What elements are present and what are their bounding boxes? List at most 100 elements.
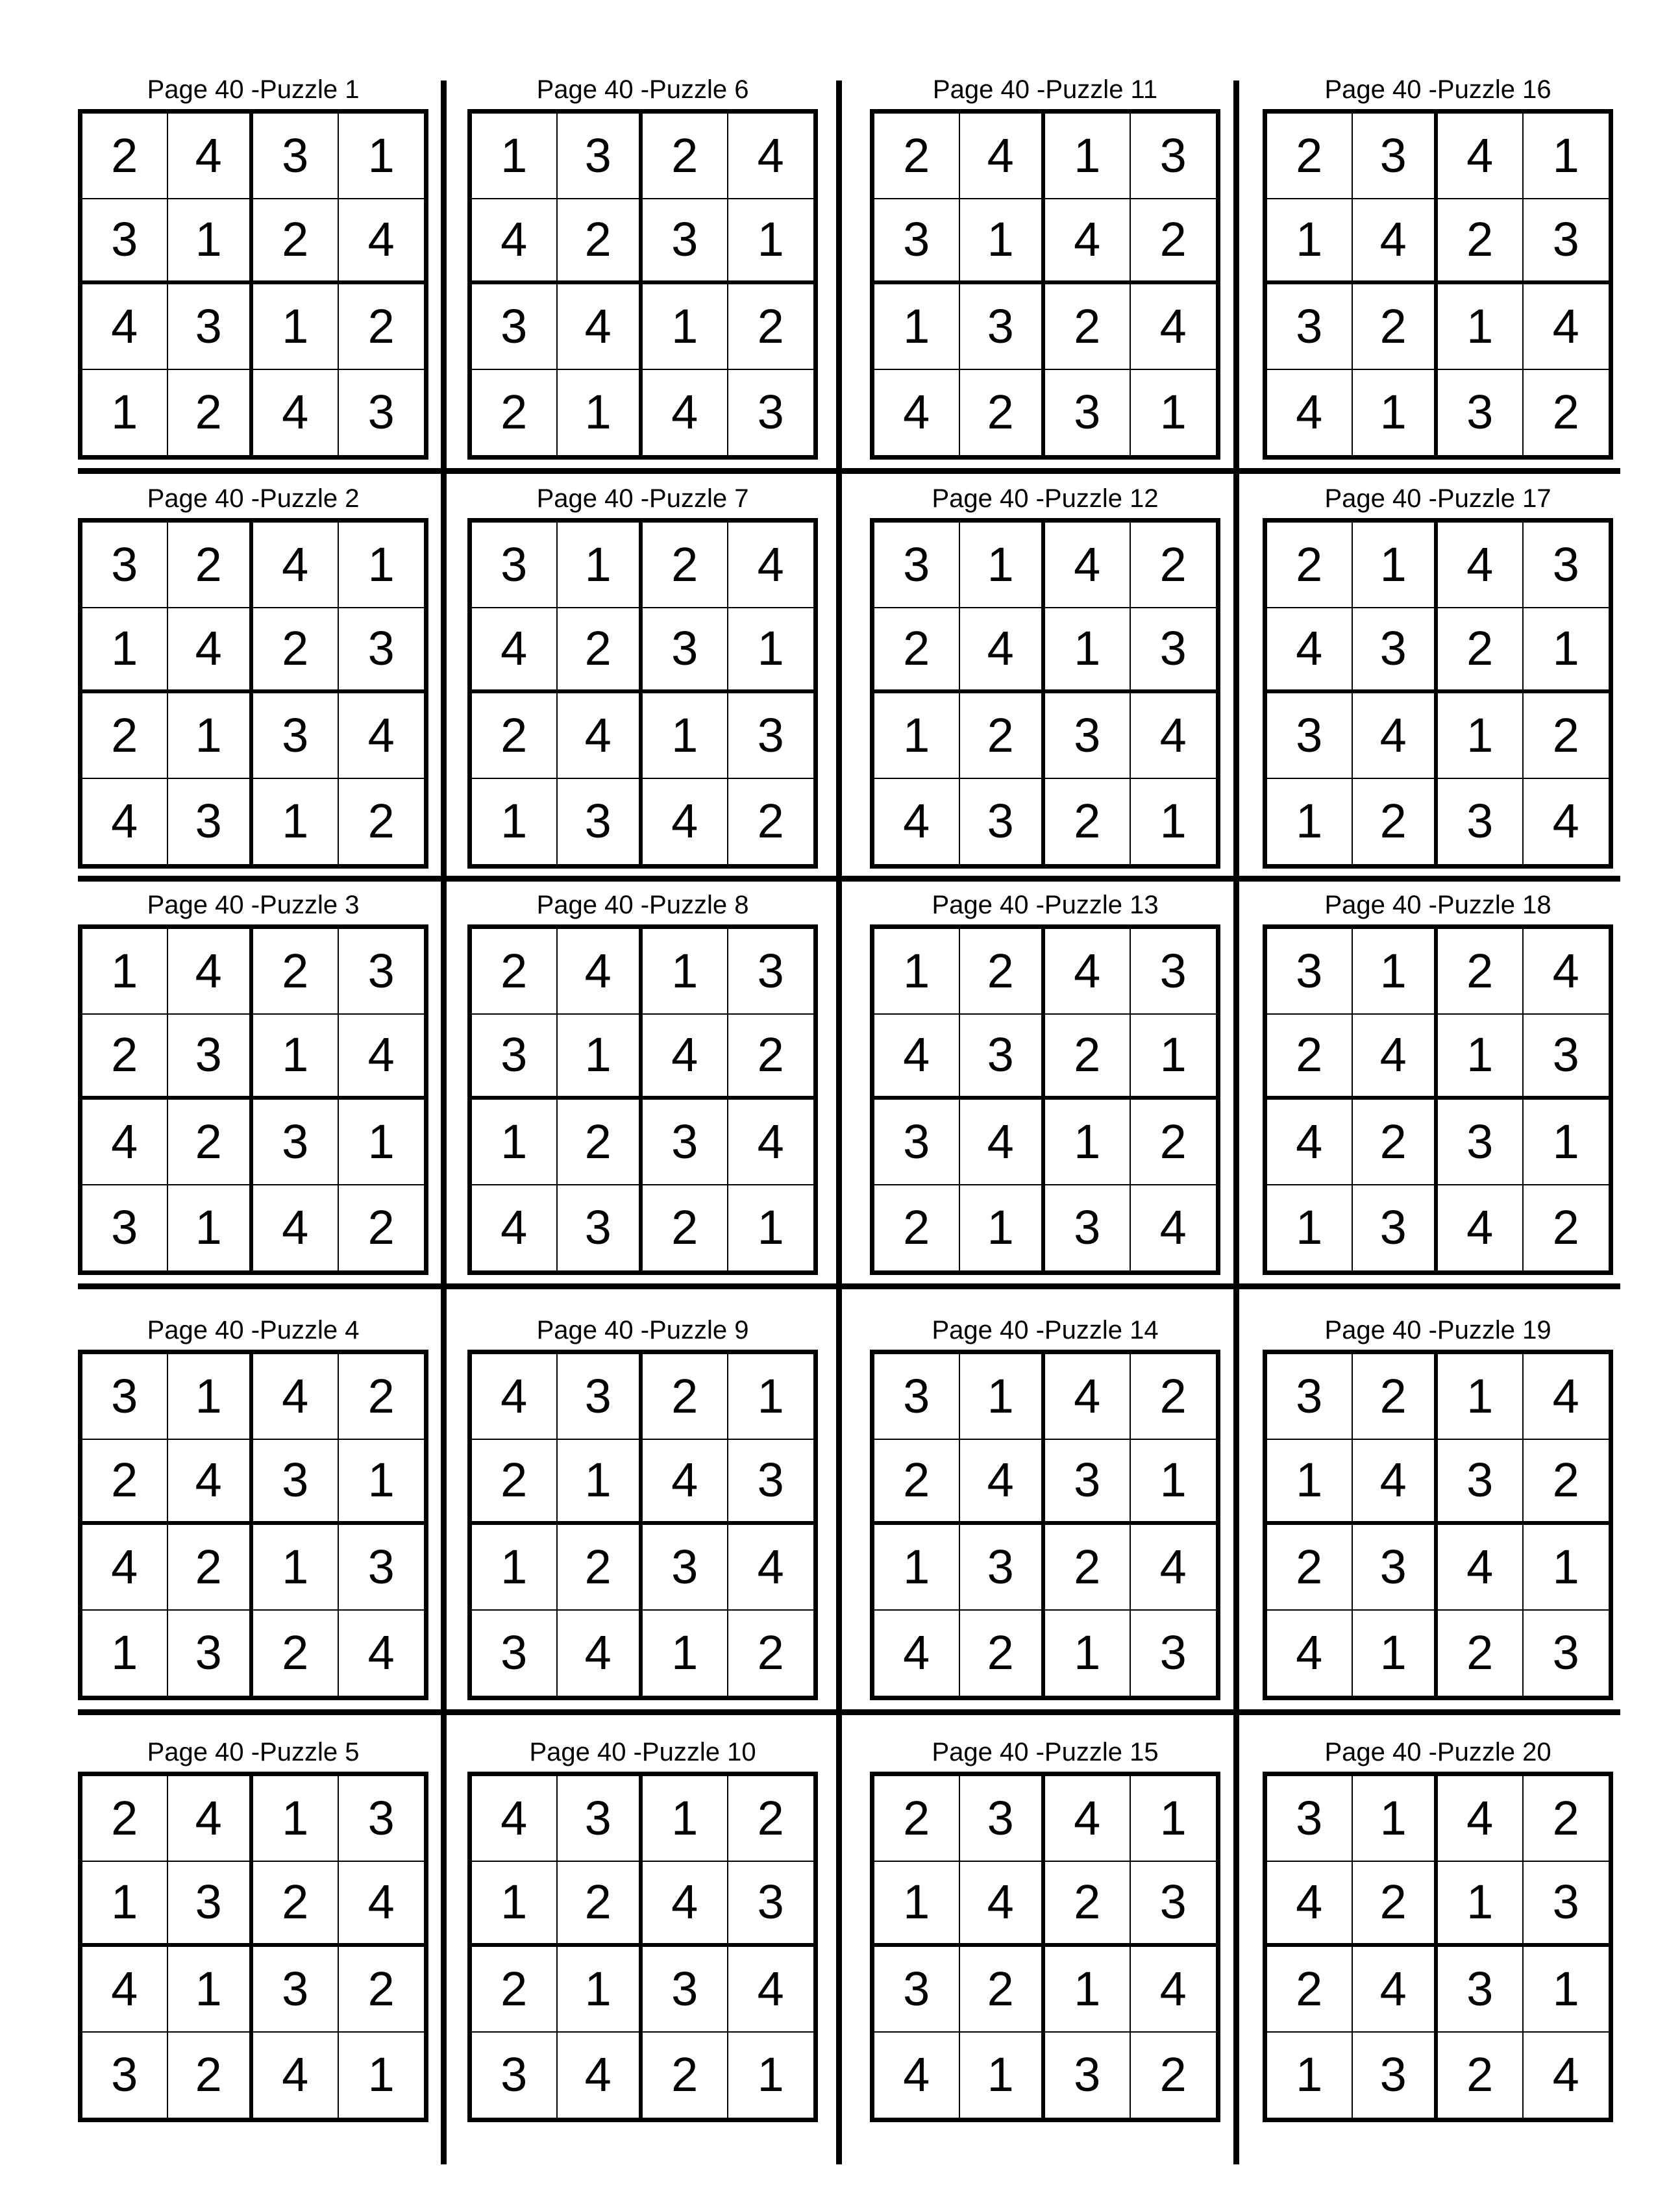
grid-cell: 2	[168, 2032, 253, 2118]
grid-cell: 3	[472, 1610, 558, 1696]
grid-cell: 3	[1352, 608, 1438, 693]
puzzle-grid: 3124241342311342	[1263, 924, 1613, 1275]
grid-cell: 1	[1045, 1610, 1131, 1696]
grid-cell: 4	[82, 1100, 168, 1185]
grid-cell: 4	[728, 1947, 813, 2033]
grid-cell: 1	[1438, 1014, 1524, 1100]
grid-cell: 1	[960, 2032, 1045, 2118]
grid-cell: 2	[472, 369, 558, 455]
grid-cell: 2	[959, 1947, 1045, 2033]
grid-cell: 4	[253, 369, 339, 455]
grid-cell: 4	[338, 1862, 424, 1947]
grid-cell: 2	[959, 929, 1045, 1015]
grid-cell: 2	[1552, 1200, 1579, 1255]
grid-cell: 4	[1267, 1861, 1353, 1947]
grid-cell: 2	[253, 929, 339, 1015]
grid-cell: 3	[472, 284, 558, 370]
grid-cell: 4	[1438, 1776, 1524, 1862]
grid-cell: 3	[557, 1776, 643, 1862]
puzzle-title: Page 40 -Puzzle 9	[536, 1316, 749, 1344]
grid-cell: 4	[1045, 1354, 1131, 1440]
grid-cell: 1	[1353, 369, 1438, 455]
grid-cell: 2	[960, 1610, 1045, 1696]
grid-cell: 2	[1438, 1610, 1524, 1696]
grid-cell: 4	[874, 778, 960, 864]
grid-cell: 3	[472, 523, 558, 608]
grid-cell: 4	[1352, 1439, 1438, 1525]
grid-cell: 3	[338, 929, 424, 1015]
grid-cell: 4	[167, 1439, 253, 1525]
grid-cell: 2	[253, 199, 339, 284]
grid-cell: 3	[1267, 1776, 1353, 1862]
puzzle-grid: 2341142332144132	[870, 1772, 1220, 2122]
grid-cell: 3	[1552, 1626, 1579, 1680]
grid-cell: 1	[643, 1776, 728, 1862]
grid-cell: 4	[472, 1354, 558, 1440]
grid-cell: 4	[1267, 608, 1353, 693]
grid-cell: 4	[472, 608, 558, 693]
grid-cell: 2	[168, 369, 253, 455]
grid-cell: 3	[338, 608, 424, 693]
grid-cell: 1	[472, 114, 558, 199]
grid-cell: 4	[472, 1776, 558, 1862]
grid-cell: 4	[1352, 1947, 1438, 2033]
puzzle-grid: 3142243113244213	[870, 1350, 1220, 1700]
puzzle-grid: 4321214312343412	[467, 1350, 818, 1700]
column-divider	[1233, 80, 1239, 2164]
puzzle-grid: 1243432134122134	[870, 924, 1220, 1275]
grid-cell: 4	[1438, 1185, 1524, 1270]
grid-cell: 3	[1159, 1626, 1187, 1680]
grid-cell: 1	[643, 693, 728, 779]
grid-cell: 1	[1267, 2032, 1353, 2118]
grid-cell: 4	[874, 369, 960, 455]
grid-cell: 3	[1438, 369, 1524, 455]
grid-cell: 3	[1045, 1185, 1131, 1270]
grid-cell: 2	[1267, 1525, 1353, 1611]
grid-cell: 3	[472, 1014, 558, 1100]
grid-cell: 4	[643, 1014, 728, 1100]
grid-cell: 4	[1523, 1354, 1609, 1440]
grid-cell: 2	[874, 114, 960, 199]
grid-cell: 4	[253, 1354, 339, 1440]
puzzle-title: Page 40 -Puzzle 18	[1324, 891, 1551, 919]
grid-cell: 3	[338, 1525, 424, 1611]
puzzle-grid: 2143432134121234	[1263, 518, 1613, 869]
puzzle-title: Page 40 -Puzzle 13	[932, 891, 1159, 919]
grid-cell: 3	[1438, 778, 1524, 864]
grid-cell: 2	[557, 1861, 643, 1947]
grid-cell: 1	[1352, 929, 1438, 1015]
puzzle-title: Page 40 -Puzzle 11	[932, 75, 1158, 104]
puzzle-grid: 3142421324311324	[1263, 1772, 1613, 2122]
grid-cell: 1	[168, 1185, 253, 1270]
row-divider	[78, 468, 1620, 474]
grid-cell: 3	[82, 2032, 168, 2118]
grid-cell: 1	[253, 1014, 339, 1100]
column-divider	[441, 80, 447, 2164]
grid-cell: 2	[728, 1776, 813, 1862]
grid-cell: 2	[367, 1200, 395, 1255]
grid-cell: 4	[472, 1185, 558, 1270]
grid-cell: 4	[367, 1626, 395, 1680]
grid-cell: 4	[557, 284, 643, 370]
grid-cell: 2	[728, 1015, 813, 1100]
column-divider	[836, 80, 842, 2164]
grid-cell: 3	[1523, 523, 1609, 608]
grid-cell: 3	[1523, 199, 1609, 284]
grid-cell: 3	[253, 114, 339, 199]
grid-cell: 3	[1438, 1947, 1524, 2033]
grid-cell: 2	[557, 1525, 643, 1611]
grid-cell: 1	[1045, 1100, 1131, 1185]
grid-cell: 1	[557, 1439, 643, 1525]
grid-cell: 4	[1045, 523, 1131, 608]
grid-cell: 2	[1523, 1776, 1609, 1862]
grid-cell: 3	[874, 1947, 960, 2033]
grid-cell: 4	[1130, 693, 1216, 779]
grid-cell: 2	[472, 1947, 558, 2033]
grid-cell: 1	[167, 1354, 253, 1440]
grid-cell: 2	[1438, 608, 1524, 693]
puzzle-title: Page 40 -Puzzle 1	[147, 75, 360, 104]
grid-cell: 3	[1045, 1439, 1131, 1525]
grid-cell: 3	[558, 778, 643, 864]
grid-cell: 1	[338, 1440, 424, 1525]
grid-cell: 3	[1267, 929, 1353, 1015]
